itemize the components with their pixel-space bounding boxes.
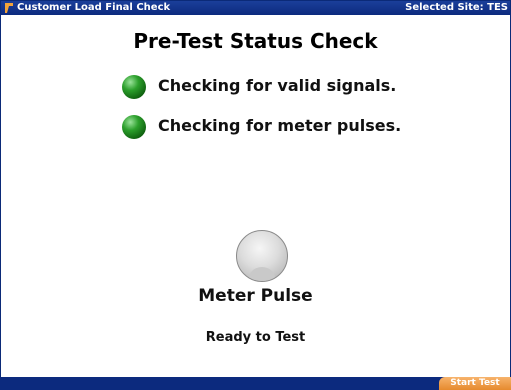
page-title: Pre-Test Status Check (133, 29, 378, 53)
check-label: Checking for valid signals. (158, 76, 397, 95)
meter-pulse-indicator-icon (236, 230, 288, 282)
meter-pulse-label: Meter Pulse (198, 286, 313, 306)
title-bar: Customer Load Final Check Selected Site:… (1, 1, 510, 15)
status-text: Ready to Test (205, 330, 306, 345)
selected-site-label: Selected Site: TES (405, 2, 508, 13)
start-test-button[interactable]: Start Test (439, 377, 511, 390)
window-title: Customer Load Final Check (17, 2, 171, 13)
indicator-shade (249, 267, 275, 281)
check-label: Checking for meter pulses. (158, 116, 402, 135)
app-logo-icon (5, 3, 13, 13)
green-status-led-icon (122, 115, 146, 139)
green-status-led-icon (122, 75, 146, 99)
footer-bar: Start Test (0, 377, 511, 390)
